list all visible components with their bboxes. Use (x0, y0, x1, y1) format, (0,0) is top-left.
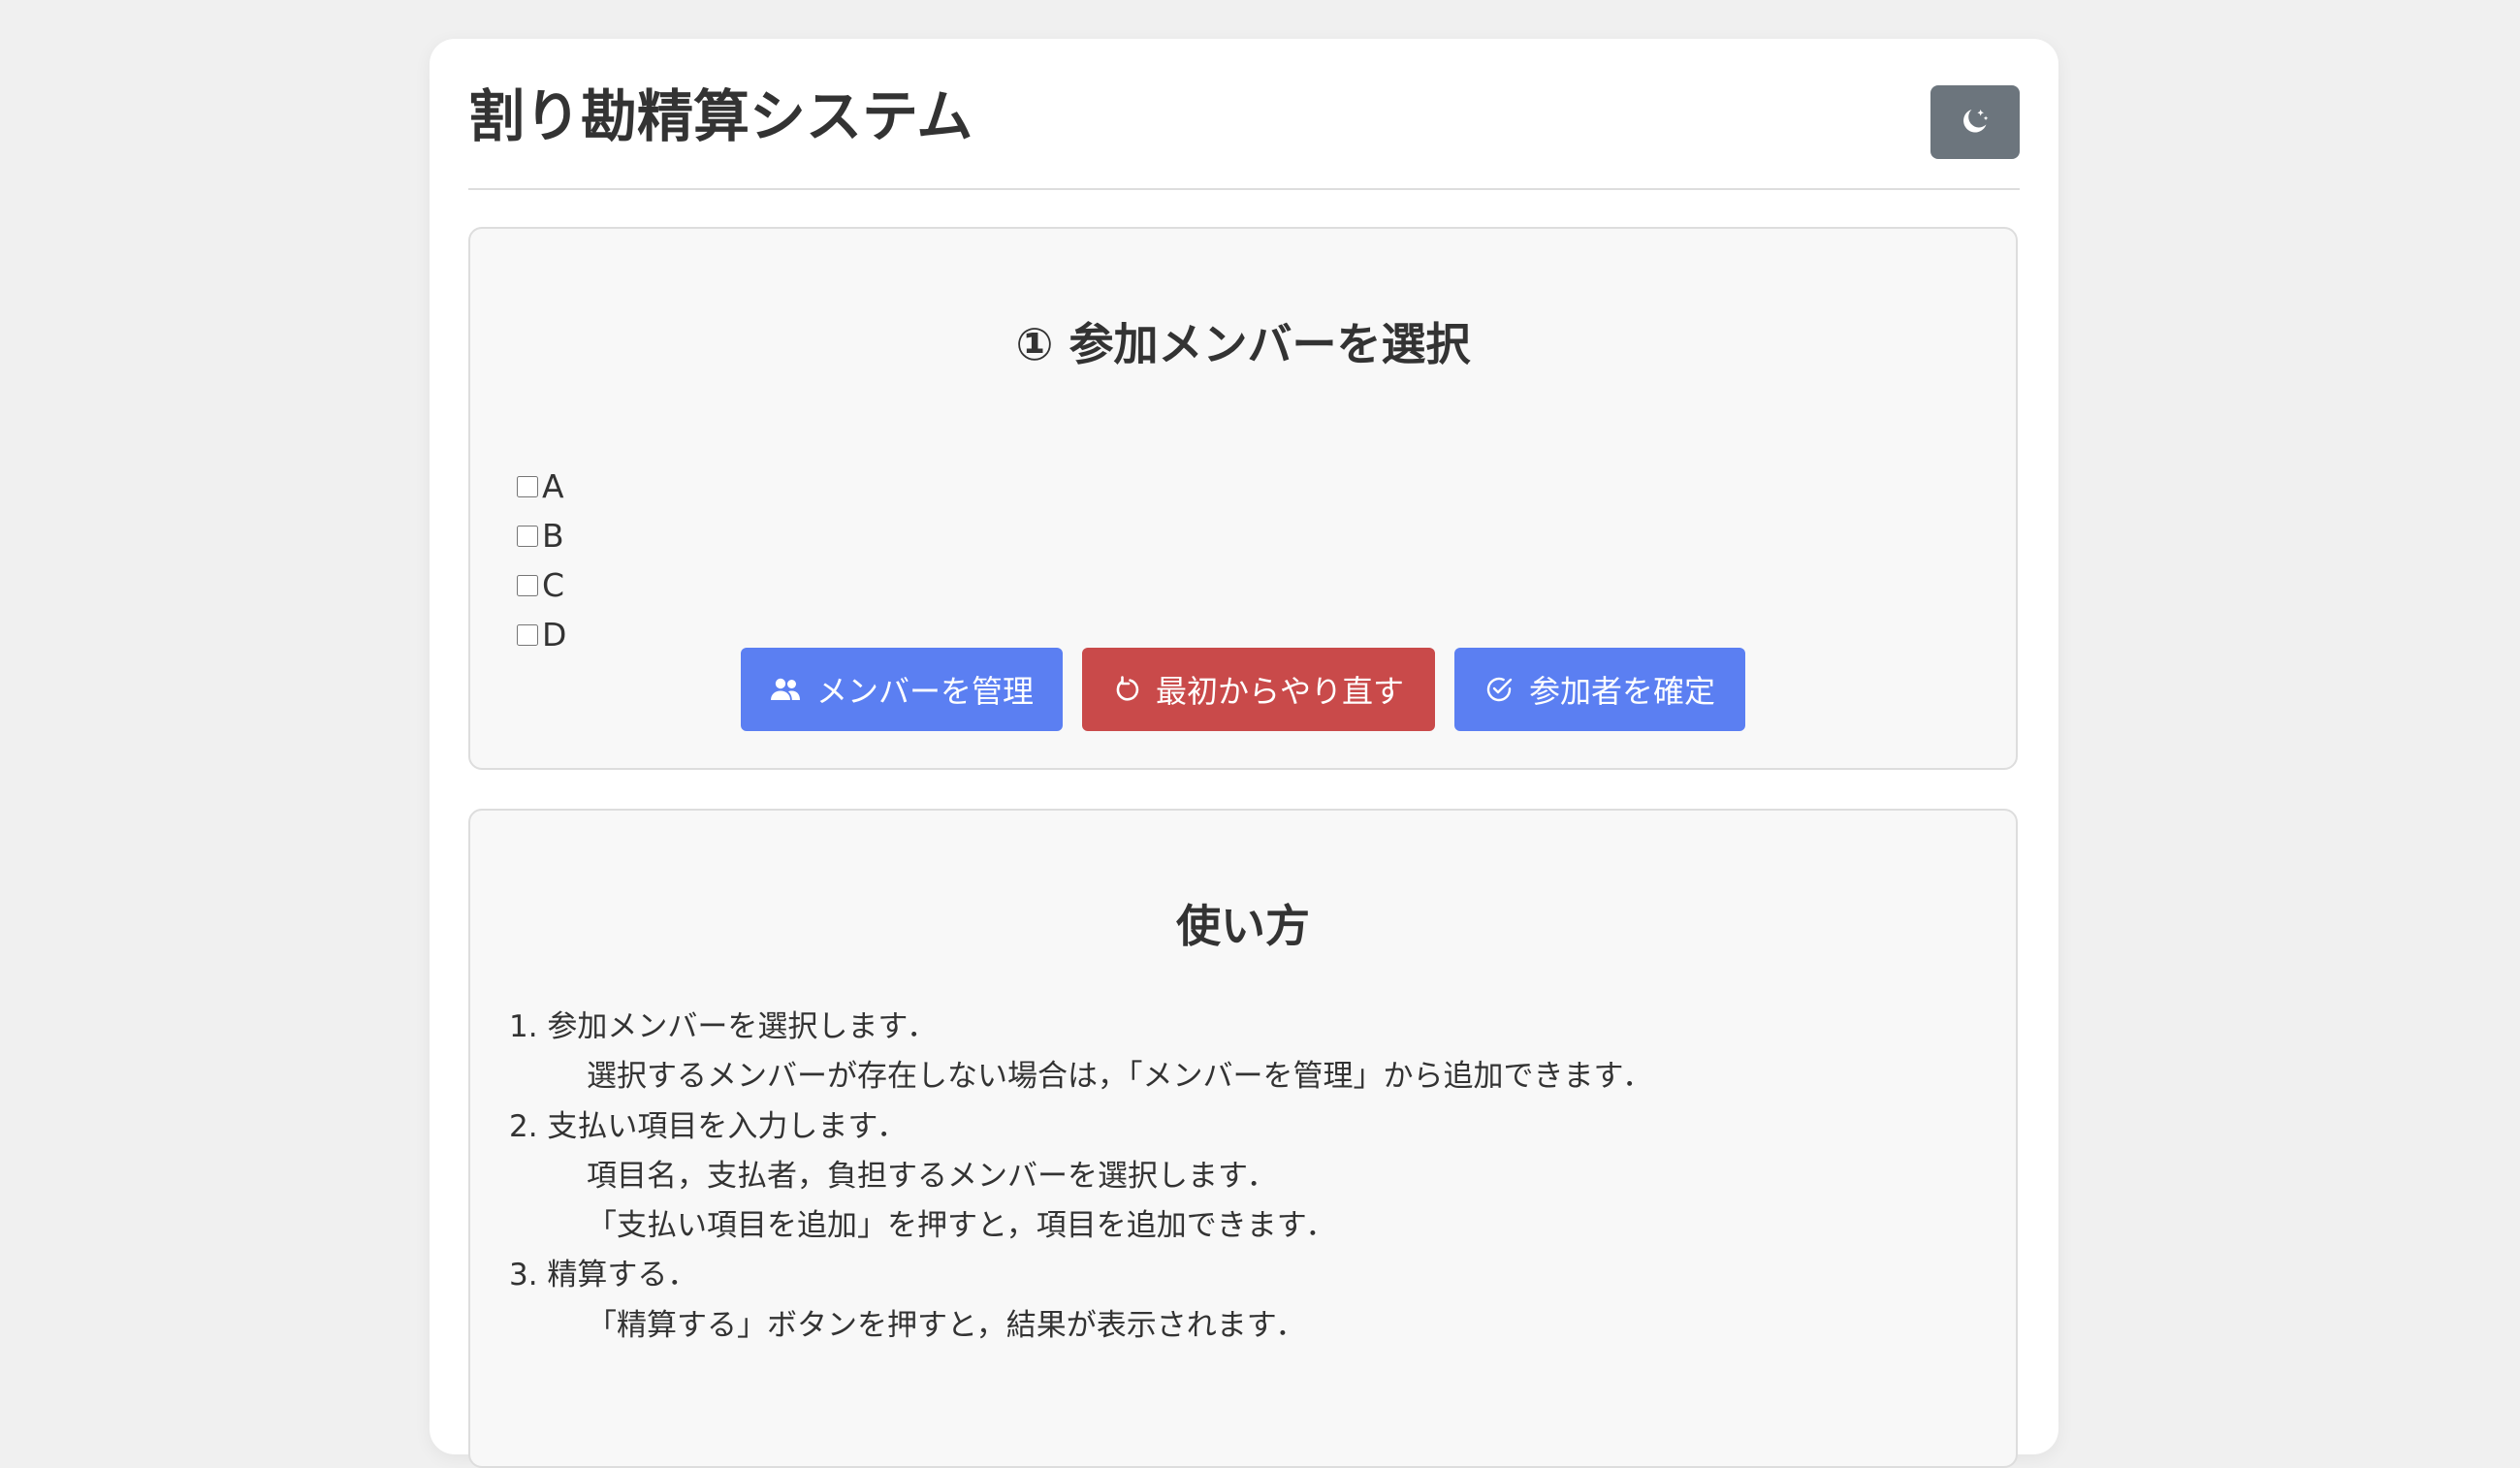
step-detail: 項目名，支払者，負担するメンバーを選択します． (587, 1158, 1277, 1194)
step-detail: 選択するメンバーが存在しない場合は，「メンバーを管理」から追加できます． (587, 1059, 1653, 1095)
member-item: C (517, 560, 566, 610)
member-label: B (542, 517, 564, 555)
member-label: A (542, 467, 564, 505)
people-icon (770, 677, 801, 702)
restart-button[interactable]: 最初からやり直す (1082, 648, 1435, 731)
main-container: 割り勘精算システム ① 参加メンバーを選択 A B C D メンバーを管理 最初… (430, 39, 2058, 1468)
howto-step: 1. 参加メンバーを選択します． 選択するメンバーが存在しない場合は，「メンバー… (509, 1003, 1652, 1102)
howto-steps: 1. 参加メンバーを選択します． 選択するメンバーが存在しない場合は，「メンバー… (509, 1003, 1652, 1351)
howto-step: 2. 支払い項目を入力します． 項目名，支払者，負担するメンバーを選択します． … (509, 1102, 1652, 1252)
manage-members-button[interactable]: メンバーを管理 (741, 648, 1063, 731)
step-detail: 「精算する」ボタンを押すと，結果が表示されます． (587, 1307, 1306, 1343)
page-title: 割り勘精算システム (468, 83, 973, 149)
member-item: B (517, 511, 566, 560)
member-checkbox-b[interactable] (517, 525, 538, 547)
step-detail: 「支払い項目を追加」を押すと，項目を追加できます． (587, 1208, 1336, 1244)
member-actions: メンバーを管理 最初からやり直す 参加者を確定 (470, 648, 2016, 731)
member-list: A B C D (517, 462, 566, 659)
page-header: 割り勘精算システム (468, 39, 2020, 190)
theme-toggle-button[interactable] (1930, 85, 2020, 159)
step-text: 1. 参加メンバーを選択します． (509, 1009, 938, 1044)
step-text: 2. 支払い項目を入力します． (509, 1108, 908, 1144)
member-item: A (517, 462, 566, 511)
howto-step: 3. 精算する． 「精算する」ボタンを押すと，結果が表示されます． (509, 1251, 1652, 1351)
check-circle-icon (1484, 675, 1514, 704)
manage-members-label: メンバーを管理 (815, 673, 1034, 710)
member-checkbox-d[interactable] (517, 623, 538, 646)
moon-stars-icon (1959, 105, 1992, 141)
member-section-title: ① 参加メンバーを選択 (1015, 318, 1471, 370)
member-checkbox-c[interactable] (517, 574, 538, 596)
member-checkbox-a[interactable] (517, 475, 538, 497)
restart-icon (1113, 676, 1140, 703)
step-text: 3. 精算する． (509, 1258, 698, 1293)
confirm-participants-label: 参加者を確定 (1528, 673, 1715, 710)
howto-title: 使い方 (1176, 900, 1310, 952)
howto-card: 使い方 1. 参加メンバーを選択します． 選択するメンバーが存在しない場合は，「… (468, 809, 2018, 1468)
member-label: C (542, 566, 565, 604)
member-selection-card: ① 参加メンバーを選択 A B C D メンバーを管理 最初からやり直す 参加者… (468, 227, 2018, 770)
restart-label: 最初からやり直す (1155, 673, 1404, 710)
confirm-participants-button[interactable]: 参加者を確定 (1454, 648, 1745, 731)
